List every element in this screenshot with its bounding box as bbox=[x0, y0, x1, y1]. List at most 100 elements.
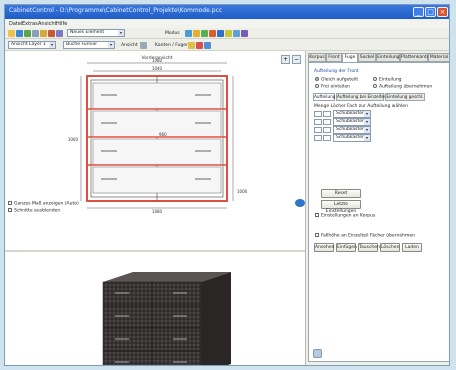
blue-tool-icon[interactable] bbox=[217, 30, 224, 37]
radio-einteilung[interactable]: Einteilung bbox=[373, 77, 402, 83]
drawer-select[interactable]: Schubkasten ▾ bbox=[333, 126, 371, 134]
mode-label: Modus bbox=[165, 31, 180, 36]
menu-datei[interactable]: Datei bbox=[9, 21, 22, 27]
project-combo-value: Neues Element bbox=[70, 30, 105, 35]
holes-input[interactable] bbox=[323, 111, 331, 117]
quantity-input[interactable] bbox=[314, 135, 322, 141]
radio-label: Frei einteilen bbox=[321, 84, 350, 90]
material-combo-value: Buche Furnier bbox=[66, 42, 98, 47]
checkbox-box bbox=[315, 213, 319, 217]
tab-material[interactable]: Material bbox=[428, 53, 449, 62]
help-icon[interactable] bbox=[241, 30, 248, 37]
holes-input[interactable] bbox=[323, 127, 331, 133]
open-icon[interactable] bbox=[16, 30, 23, 37]
measure-icon[interactable] bbox=[225, 30, 232, 37]
zoom-in-icon[interactable]: + bbox=[281, 55, 290, 64]
drawer-1[interactable] bbox=[92, 82, 222, 110]
apply-settings-button[interactable]: Letzte Einstellungen bbox=[321, 200, 361, 214]
maximize-button[interactable]: □ bbox=[425, 7, 436, 17]
tab-sockel[interactable]: Sockel bbox=[358, 53, 376, 62]
subtab-einzelteile[interactable]: Aufteilung bei Einzelteilen bbox=[336, 93, 392, 101]
radio-dot bbox=[315, 84, 319, 88]
refresh-icon[interactable] bbox=[233, 30, 240, 37]
menu-hilfe[interactable]: Hilfe bbox=[56, 21, 67, 27]
app-window: CabinetControl - D:\Programme\CabinetCon… bbox=[4, 4, 450, 366]
holes-input[interactable] bbox=[323, 135, 331, 141]
tool-icon[interactable] bbox=[313, 349, 322, 358]
radio-uebernehmen[interactable]: Aufteilung übernehmen bbox=[373, 84, 432, 90]
folder-icon[interactable] bbox=[40, 30, 47, 37]
red-tool-icon[interactable] bbox=[209, 30, 216, 37]
drawer-select[interactable]: Schubkasten ▾ bbox=[333, 118, 371, 126]
radio-gleich[interactable]: Gleich aufgeteilt bbox=[315, 77, 358, 83]
dim-center: 960 bbox=[159, 132, 167, 137]
quantity-input[interactable] bbox=[314, 119, 322, 125]
title-bar: CabinetControl - D:\Programme\CabinetCon… bbox=[5, 5, 449, 19]
main-toolbar: Neues Element ▾ Modus bbox=[5, 28, 449, 39]
technical-drawing[interactable]: Vorderansicht 1080 1040 1000 960 1000 10… bbox=[5, 51, 305, 216]
material-combo[interactable]: Buche Furnier ▾ bbox=[63, 41, 115, 49]
subtab-geschlossen[interactable]: Einteilung geschl. bbox=[385, 93, 425, 101]
quantity-input[interactable] bbox=[314, 111, 322, 117]
show-dimensions-checkbox[interactable]: Ganzes Maß anzeigen (Auto) bbox=[8, 201, 79, 207]
view-dropdown-icon[interactable] bbox=[140, 42, 147, 49]
view-button[interactable]: Ansehen bbox=[314, 243, 335, 252]
radio-label: Aufteilung übernehmen bbox=[379, 84, 433, 90]
table-header: Menge Löcher Fach zur Aufteilung wählen bbox=[314, 104, 408, 109]
holes-input[interactable] bbox=[323, 119, 331, 125]
grid-icon[interactable] bbox=[201, 30, 208, 37]
properties-panel: Korpus Front Fuge Sockel Einteilung Plat… bbox=[305, 51, 449, 365]
radio-dot bbox=[373, 77, 377, 81]
tab-korpus[interactable]: Korpus bbox=[308, 53, 326, 62]
load-button[interactable]: Laden bbox=[402, 243, 422, 252]
drawer-2[interactable] bbox=[92, 110, 222, 138]
new-icon[interactable] bbox=[8, 30, 15, 37]
korpus-checkbox[interactable]: Einstellungen an Korpus bbox=[315, 213, 375, 219]
stop-icon[interactable] bbox=[196, 42, 203, 49]
subtab-aufteilung[interactable]: Aufteilung bbox=[313, 93, 335, 101]
reset-button[interactable]: Reset bbox=[321, 189, 361, 198]
cabinet-3d-render bbox=[102, 272, 231, 365]
drawer-4[interactable] bbox=[92, 166, 222, 194]
zoom-icon[interactable] bbox=[185, 30, 192, 37]
dim-inner: 1040 bbox=[152, 66, 163, 71]
close-button[interactable]: × bbox=[437, 7, 448, 17]
drawer-select[interactable]: Schubkasten ▾ bbox=[333, 134, 371, 142]
quantity-input[interactable] bbox=[314, 127, 322, 133]
save-icon[interactable] bbox=[24, 30, 31, 37]
secondary-toolbar: Ansicht Layer 1 ▾ Buche Furnier ▾ Ansicht … bbox=[5, 39, 449, 51]
checkbox-box bbox=[315, 233, 319, 237]
property-tabs: Korpus Front Fuge Sockel Einteilung Plat… bbox=[308, 53, 449, 63]
chevron-down-icon: ▾ bbox=[364, 111, 370, 117]
tab-front[interactable]: Front bbox=[326, 53, 342, 62]
delete-button[interactable]: Löschen bbox=[380, 243, 400, 252]
project-combo[interactable]: Neues Element ▾ bbox=[67, 29, 125, 37]
dim-top: 1080 bbox=[152, 58, 163, 63]
export-icon[interactable] bbox=[48, 30, 55, 37]
hide-sections-checkbox[interactable]: Schnitte ausblenden bbox=[8, 208, 60, 214]
rotate-icon[interactable] bbox=[295, 199, 305, 207]
height-checkbox[interactable]: Fallhöhe an Einzelteil Fächer übernehmen bbox=[315, 233, 415, 239]
insert-button[interactable]: Einfügen bbox=[336, 243, 357, 252]
tab-einteilung[interactable]: Einteilung bbox=[376, 53, 400, 62]
menu-ansicht[interactable]: Ansicht bbox=[38, 21, 56, 27]
layer-combo[interactable]: Ansicht Layer 1 ▾ bbox=[8, 41, 56, 49]
drawer-3[interactable] bbox=[92, 138, 222, 166]
swap-button[interactable]: Tauschen bbox=[358, 243, 380, 252]
radio-frei[interactable]: Frei einteilen bbox=[315, 84, 350, 90]
drawer-select-value: Schubkasten bbox=[336, 111, 365, 116]
dim-right: 1000 bbox=[237, 189, 248, 194]
drawer-select[interactable]: Schubkasten ▾ bbox=[333, 110, 371, 118]
settings-icon[interactable] bbox=[56, 30, 63, 37]
minimize-button[interactable]: _ bbox=[413, 7, 424, 17]
view-label: Ansicht bbox=[121, 43, 138, 48]
print-icon[interactable] bbox=[32, 30, 39, 37]
info-icon[interactable] bbox=[204, 42, 211, 49]
checkbox-label: Ganzes Maß anzeigen (Auto) bbox=[14, 201, 79, 207]
edge-icon[interactable] bbox=[188, 42, 195, 49]
tab-plattenkanten[interactable]: Plattenkanten bbox=[400, 53, 432, 62]
light-icon[interactable] bbox=[193, 30, 200, 37]
3d-preview[interactable] bbox=[5, 252, 305, 365]
menu-extras[interactable]: Extras bbox=[22, 21, 38, 27]
zoom-out-icon[interactable]: − bbox=[292, 55, 301, 64]
